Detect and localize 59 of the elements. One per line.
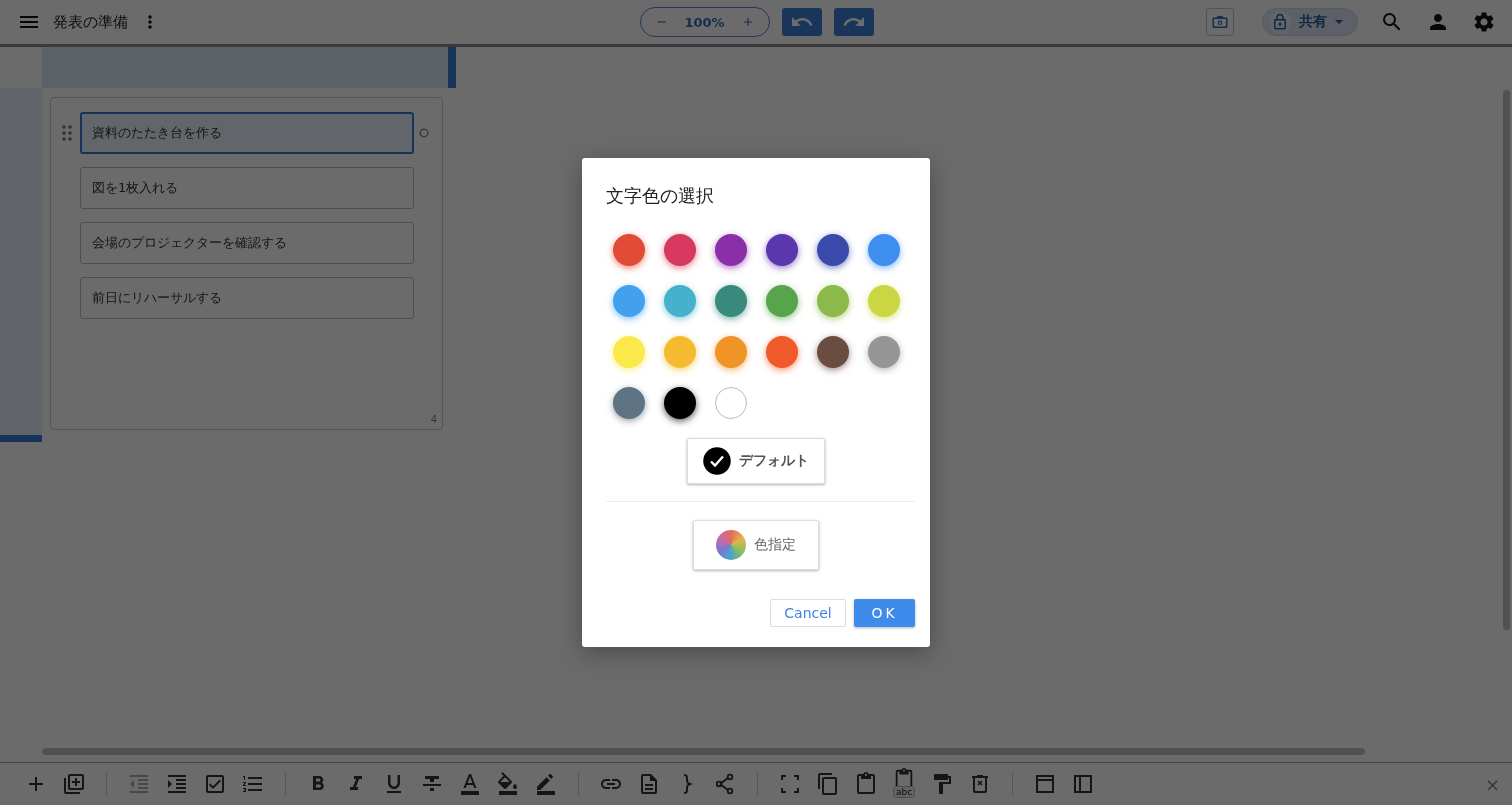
list-item[interactable]: 会場のプロジェクターを確認する bbox=[80, 222, 414, 264]
sidebar-icon[interactable] bbox=[1071, 772, 1095, 796]
color-wheel-icon bbox=[716, 530, 746, 560]
color-swatch[interactable] bbox=[766, 285, 798, 317]
color-swatch[interactable] bbox=[664, 234, 696, 266]
ok-button[interactable]: OK bbox=[854, 599, 915, 627]
color-swatch[interactable] bbox=[715, 387, 747, 419]
clipboard-icon[interactable] bbox=[854, 772, 878, 796]
caret-icon bbox=[1335, 20, 1343, 24]
color-swatch[interactable] bbox=[868, 336, 900, 368]
undo-button[interactable] bbox=[781, 8, 822, 36]
window-icon[interactable] bbox=[1033, 772, 1057, 796]
color-swatch[interactable] bbox=[766, 234, 798, 266]
drag-handle-icon[interactable] bbox=[62, 125, 72, 141]
color-swatch[interactable] bbox=[664, 387, 696, 419]
color-swatch[interactable] bbox=[766, 336, 798, 368]
copy-icon[interactable] bbox=[816, 772, 840, 796]
color-swatch[interactable] bbox=[613, 336, 645, 368]
cancel-button[interactable]: Cancel bbox=[770, 599, 846, 627]
list-item[interactable]: 前日にリハーサルする bbox=[80, 277, 414, 319]
color-swatch[interactable] bbox=[817, 234, 849, 266]
checkbox-icon[interactable] bbox=[203, 772, 227, 796]
share-button[interactable]: 共有 bbox=[1262, 8, 1358, 36]
list-item[interactable]: 図を1枚入れる bbox=[80, 167, 414, 209]
vertical-scrollbar[interactable] bbox=[1503, 90, 1510, 630]
circle-icon[interactable] bbox=[419, 128, 429, 138]
fullscreen-icon[interactable] bbox=[778, 772, 802, 796]
color-swatch[interactable] bbox=[613, 387, 645, 419]
settings-icon[interactable] bbox=[1472, 10, 1496, 34]
list-item[interactable]: 資料のたたき台を作る bbox=[80, 112, 414, 154]
color-swatch[interactable] bbox=[868, 285, 900, 317]
duplicate-icon[interactable] bbox=[62, 772, 86, 796]
horizontal-scrollbar[interactable] bbox=[42, 748, 1365, 755]
color-swatch[interactable] bbox=[817, 285, 849, 317]
color-swatch[interactable] bbox=[613, 285, 645, 317]
custom-color-button[interactable]: 色指定 bbox=[693, 520, 819, 570]
color-swatch[interactable] bbox=[715, 234, 747, 266]
paste-text-button[interactable]: abc bbox=[892, 768, 916, 800]
color-swatch[interactable] bbox=[868, 234, 900, 266]
lock-icon bbox=[1269, 11, 1291, 33]
color-swatch[interactable] bbox=[664, 285, 696, 317]
default-button[interactable]: デフォルト bbox=[687, 438, 825, 484]
text-color-icon[interactable] bbox=[458, 772, 482, 796]
resize-handle[interactable] bbox=[448, 47, 456, 88]
pencil-icon[interactable] bbox=[534, 772, 558, 796]
indent-icon[interactable] bbox=[165, 772, 189, 796]
zoom-level: 100% bbox=[684, 14, 725, 30]
close-button[interactable]: × bbox=[1484, 773, 1500, 795]
color-swatch[interactable] bbox=[664, 336, 696, 368]
dialog-title: 文字色の選択 bbox=[606, 184, 715, 208]
color-swatch[interactable] bbox=[715, 336, 747, 368]
color-swatch[interactable] bbox=[817, 336, 849, 368]
color-swatch[interactable] bbox=[613, 234, 645, 266]
document-title: 発表の準備 bbox=[53, 12, 128, 32]
fill-bucket-icon[interactable] bbox=[496, 772, 520, 796]
redo-button[interactable] bbox=[833, 8, 874, 36]
screenshot-button[interactable] bbox=[1206, 8, 1234, 36]
color-swatch[interactable] bbox=[715, 285, 747, 317]
camera-icon bbox=[1211, 13, 1229, 31]
